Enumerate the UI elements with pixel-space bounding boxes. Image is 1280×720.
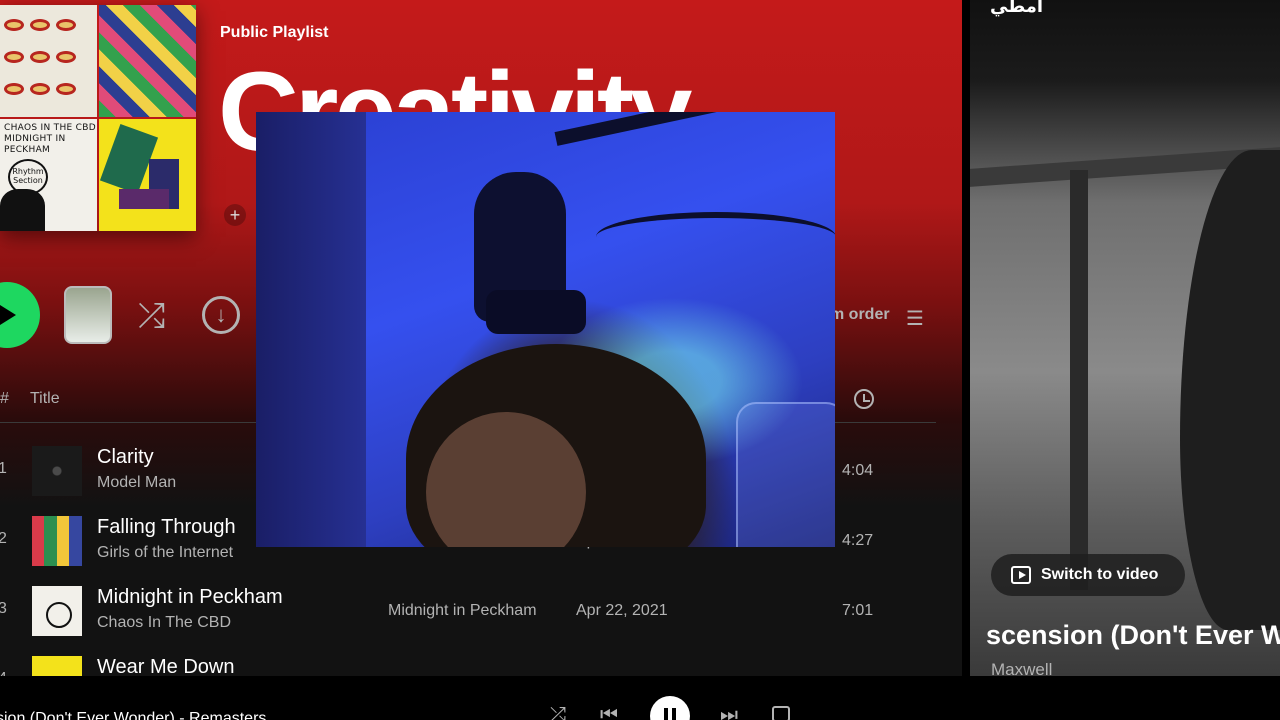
track-title[interactable]: Wear Me Down — [97, 656, 234, 676]
table-row[interactable]: 4 Wear Me Down — [0, 648, 936, 676]
video-icon — [1011, 566, 1031, 584]
track-title[interactable]: Clarity — [97, 446, 154, 469]
column-header-number: # — [0, 390, 9, 407]
webcam-overlay — [256, 112, 835, 547]
add-icon[interactable]: + — [224, 204, 246, 226]
cover-tile-2 — [99, 5, 196, 117]
cover-tile-3: CHAOS IN THE CBD MIDNIGHT IN PECKHAM Rhyt… — [0, 119, 97, 231]
track-title[interactable]: Midnight in Peckham — [97, 586, 283, 609]
track-number: 2 — [0, 530, 7, 547]
table-row[interactable]: 3 Midnight in Peckham Chaos In The CBD M… — [0, 578, 936, 648]
playlist-type-label: Public Playlist — [220, 24, 329, 41]
player-shuffle-icon[interactable]: ⤮ — [550, 704, 566, 720]
previous-icon[interactable]: ⏮ — [600, 704, 618, 720]
preview-thumbnail-button[interactable] — [64, 286, 112, 344]
player-track-title[interactable]: sion (Don't Ever Wonder) - Remasters — [0, 710, 266, 720]
track-duration: 4:04 — [842, 462, 874, 479]
shuffle-icon[interactable]: ⤮ — [138, 296, 165, 336]
track-artwork — [32, 586, 82, 636]
sort-order-label[interactable]: m order — [830, 306, 890, 324]
track-album[interactable]: Midnight in Peckham — [388, 602, 537, 620]
now-playing-panel-title: امطي — [990, 0, 1044, 16]
track-date-added: Apr 22, 2021 — [576, 602, 668, 619]
cover-caption-2: MIDNIGHT IN PECKHAM — [4, 134, 66, 155]
track-artwork — [32, 656, 82, 676]
track-artwork — [32, 516, 82, 566]
track-duration: 7:01 — [842, 602, 874, 619]
track-number: 3 — [0, 600, 7, 617]
repeat-icon[interactable] — [772, 706, 790, 720]
cover-caption-1: CHAOS IN THE CBD — [4, 123, 96, 133]
clock-icon — [854, 389, 874, 409]
download-icon[interactable]: ↓ — [202, 296, 240, 334]
track-duration: 4:27 — [842, 532, 874, 549]
track-artist[interactable]: Model Man — [97, 474, 176, 492]
now-playing-title[interactable]: scension (Don't Ever W — [986, 620, 1280, 651]
column-header-title[interactable]: Title — [30, 390, 60, 408]
play-button[interactable] — [0, 282, 40, 348]
track-artwork — [32, 446, 82, 496]
cover-tile-1 — [0, 5, 97, 117]
track-title[interactable]: Falling Through — [97, 516, 236, 539]
track-artist[interactable]: Chaos In The CBD — [97, 614, 231, 632]
list-view-icon[interactable]: ☰ — [906, 306, 924, 331]
playlist-cover: CHAOS IN THE CBD MIDNIGHT IN PECKHAM Rhyt… — [0, 5, 196, 231]
next-icon[interactable]: ⏭ — [720, 704, 738, 720]
track-artist[interactable]: Girls of the Internet — [97, 544, 233, 562]
cover-tile-4 — [99, 119, 196, 231]
track-number: 1 — [0, 460, 7, 477]
